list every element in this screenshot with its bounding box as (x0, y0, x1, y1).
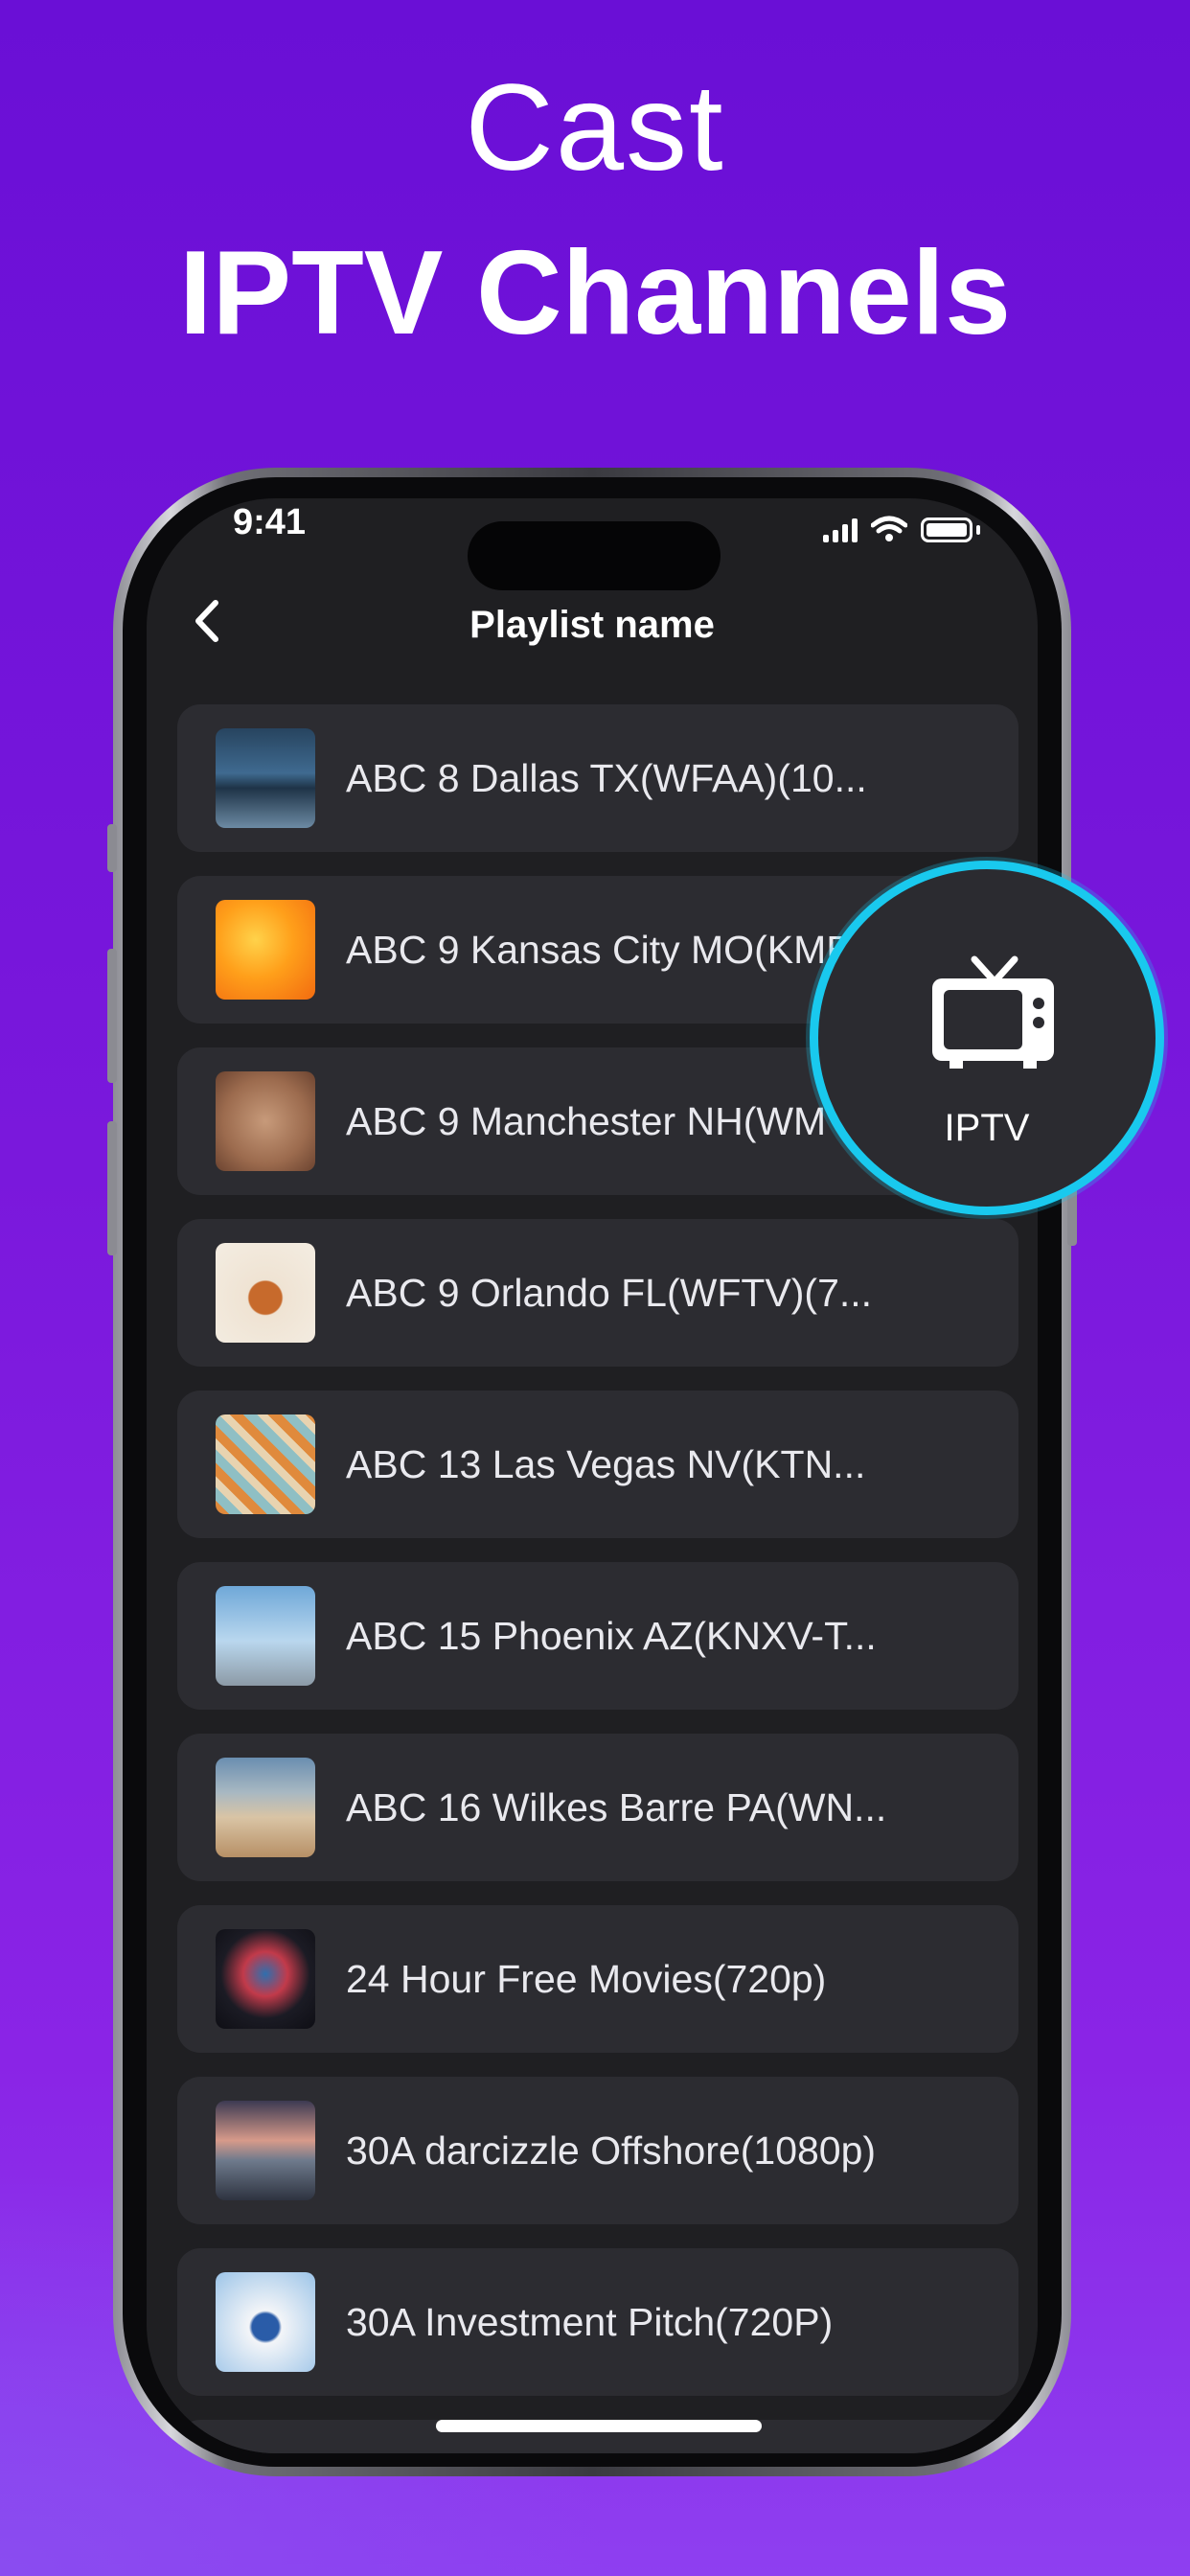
channel-row[interactable]: ABC 15 Phoenix AZ(KNXV-T... (177, 1562, 1018, 1710)
cellular-signal-icon (823, 518, 858, 542)
page-title: Playlist name (469, 604, 715, 646)
channel-thumbnail (216, 2272, 315, 2372)
channel-thumbnail (216, 1758, 315, 1857)
channel-row[interactable]: 30A Investment Pitch(720P) (177, 2248, 1018, 2396)
status-icons (823, 516, 980, 542)
channel-name: 24 Hour Free Movies(720p) (346, 1957, 827, 2001)
battery-tip (976, 525, 980, 535)
channel-name: ABC 9 Orlando FL(WFTV)(7... (346, 1271, 873, 1315)
headline-cast: Cast (465, 59, 725, 196)
channel-row[interactable]: ABC 13 Las Vegas NV(KTN... (177, 1391, 1018, 1538)
iptv-badge: IPTV (810, 861, 1164, 1215)
channel-thumbnail (216, 2101, 315, 2200)
channel-name: 30A darcizzle Offshore(1080p) (346, 2128, 877, 2173)
battery-icon (921, 518, 973, 542)
tv-icon (932, 955, 1054, 1069)
phone-volume-down (107, 1121, 117, 1255)
home-indicator (436, 2420, 762, 2432)
phone-volume-up (107, 949, 117, 1083)
iptv-label: IPTV (944, 1107, 1030, 1149)
channel-row[interactable]: 30A darcizzle Offshore(1080p) (177, 2077, 1018, 2224)
wifi-icon (871, 516, 907, 541)
channel-name: ABC 9 Kansas City MO(KMB (346, 928, 853, 972)
channel-thumbnail (216, 1243, 315, 1343)
channel-thumbnail (216, 728, 315, 828)
channel-thumbnail (216, 1414, 315, 1514)
channel-thumbnail (216, 1929, 315, 2029)
phone-screen: 9:41 Playlist name ABC 8 Dallas TX(WFAA)… (147, 498, 1038, 2453)
status-time: 9:41 (233, 502, 307, 542)
channel-name: ABC 15 Phoenix AZ(KNXV-T... (346, 1614, 877, 1658)
channel-row[interactable]: ABC 8 Dallas TX(WFAA)(10... (177, 704, 1018, 852)
channel-name: ABC 13 Las Vegas NV(KTN... (346, 1442, 866, 1486)
channel-name: ABC 16 Wilkes Barre PA(WN... (346, 1785, 887, 1829)
channel-name: ABC 9 Manchester NH(WM (346, 1099, 827, 1143)
channel-thumbnail (216, 1586, 315, 1686)
channel-thumbnail (216, 1071, 315, 1171)
channel-name: 30A Investment Pitch(720P) (346, 2300, 834, 2344)
channel-thumbnail (216, 900, 315, 1000)
channel-row[interactable]: 24 Hour Free Movies(720p) (177, 1905, 1018, 2053)
headline-iptv-channels: IPTV Channels (178, 227, 1012, 359)
phone-silent-switch (107, 824, 117, 872)
channel-row[interactable]: ABC 16 Wilkes Barre PA(WN... (177, 1734, 1018, 1881)
dynamic-island (468, 521, 721, 590)
channel-row[interactable]: ABC 9 Orlando FL(WFTV)(7... (177, 1219, 1018, 1367)
channel-name: ABC 8 Dallas TX(WFAA)(10... (346, 756, 867, 800)
